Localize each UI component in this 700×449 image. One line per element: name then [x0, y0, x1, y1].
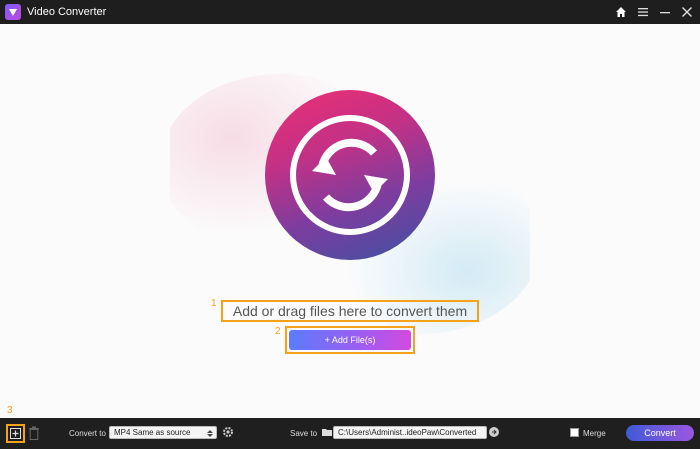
convert-to-label: Convert to	[69, 429, 106, 438]
menu-icon[interactable]	[636, 5, 650, 19]
save-to-label: Save to	[290, 429, 318, 438]
folder-icon	[322, 429, 332, 436]
convert-arrows-icon	[312, 138, 388, 212]
save-path-value: C:\Users\Administ..ideoPaw\Converted	[338, 428, 477, 437]
merge-checkbox[interactable]	[570, 428, 579, 437]
convert-button[interactable]: Convert	[626, 425, 694, 441]
annotation-3: 3	[7, 405, 13, 416]
annotation-2: 2	[275, 326, 281, 337]
select-arrows-icon	[207, 430, 213, 437]
home-icon[interactable]	[614, 5, 628, 19]
close-icon[interactable]	[680, 5, 694, 19]
gear-icon[interactable]	[222, 426, 234, 438]
bottom-bar: Convert to MP4 Same as source Save to C:…	[0, 418, 700, 449]
format-value: MP4 Same as source	[114, 428, 191, 437]
add-files-button[interactable]: + Add File(s)	[289, 330, 411, 350]
app-title: Video Converter	[27, 6, 107, 18]
save-path-field[interactable]: C:\Users\Administ..ideoPaw\Converted	[333, 426, 487, 439]
minimize-icon[interactable]	[658, 5, 672, 19]
add-files-label: + Add File(s)	[324, 335, 376, 345]
merge-label: Merge	[583, 429, 606, 438]
drop-area[interactable]: 1 Add or drag files here to convert them…	[0, 24, 700, 418]
annotation-1: 1	[211, 298, 217, 309]
drop-hint: Add or drag files here to convert them	[221, 300, 479, 322]
title-bar: Video Converter	[0, 0, 700, 24]
app-logo-icon	[5, 4, 21, 20]
arrow-right-icon[interactable]	[489, 427, 499, 437]
format-select[interactable]: MP4 Same as source	[109, 426, 217, 439]
trash-icon[interactable]	[28, 426, 40, 440]
add-file-icon[interactable]	[6, 424, 25, 443]
window-controls	[614, 0, 694, 24]
convert-label: Convert	[644, 428, 676, 438]
